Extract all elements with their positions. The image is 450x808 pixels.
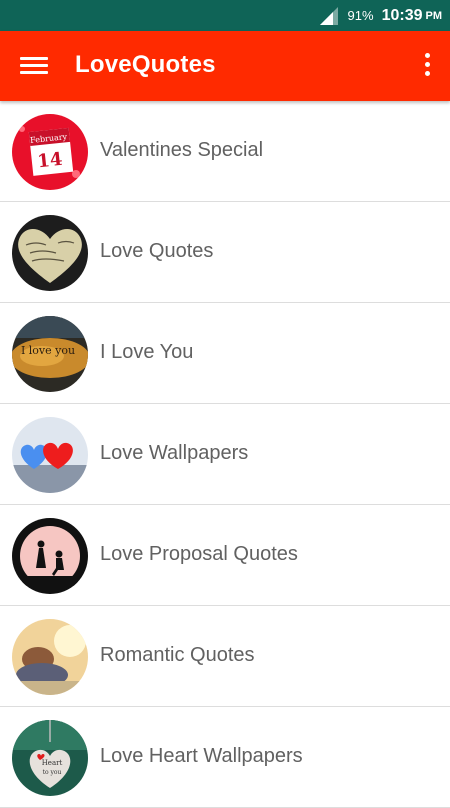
list-item-love-proposal-quotes[interactable]: Love Proposal Quotes <box>0 505 450 606</box>
battery-percent: 91% <box>347 8 374 23</box>
app-bar: LoveQuotes <box>0 31 450 101</box>
heart-note-icon <box>12 215 88 291</box>
calendar-february-14-icon: February 14 <box>12 114 88 190</box>
heart-pendant-icon: Heart to you <box>12 720 88 796</box>
list-item-label: Love Wallpapers <box>100 442 249 464</box>
list-item-label: Love Heart Wallpapers <box>100 745 303 767</box>
signal-icon <box>319 6 338 25</box>
list-item-love-heart-wallpapers[interactable]: Heart to you Love Heart Wallpapers <box>0 707 450 808</box>
list-item-label: I Love You <box>100 341 194 363</box>
list-item-label: Love Proposal Quotes <box>100 543 298 565</box>
overflow-menu-icon[interactable] <box>420 53 434 81</box>
calendar-day-text: 14 <box>36 149 63 173</box>
list-item-love-quotes[interactable]: Love Quotes <box>0 202 450 303</box>
hearts-wallpaper-icon <box>12 417 88 493</box>
app-title: LoveQuotes <box>75 51 216 78</box>
list-item-label: Romantic Quotes <box>100 644 255 666</box>
romantic-couple-icon <box>12 619 88 695</box>
i-love-you-leaf-icon: I love you <box>12 316 88 392</box>
pendant-text-line-1: Heart <box>42 759 63 767</box>
clock-time: 10:39 <box>381 6 423 24</box>
list-item-i-love-you[interactable]: I love you I Love You <box>0 303 450 404</box>
leaf-text: I love you <box>21 344 75 357</box>
status-bar: 91% 10:39 PM <box>0 0 450 31</box>
category-list: February 14 Valentines Special Love Quot… <box>0 101 450 808</box>
list-item-romantic-quotes[interactable]: Romantic Quotes <box>0 606 450 707</box>
pendant-text-line-2: to you <box>43 769 62 776</box>
list-item-label: Valentines Special <box>100 139 264 161</box>
proposal-silhouette-icon <box>12 518 88 594</box>
menu-icon[interactable] <box>20 54 48 78</box>
list-item-love-wallpapers[interactable]: Love Wallpapers <box>0 404 450 505</box>
list-item-label: Love Quotes <box>100 240 214 262</box>
clock-ampm: PM <box>425 9 443 22</box>
status-bar-right: 91% 10:39 PM <box>319 0 443 31</box>
list-item-valentines-special[interactable]: February 14 Valentines Special <box>0 101 450 202</box>
